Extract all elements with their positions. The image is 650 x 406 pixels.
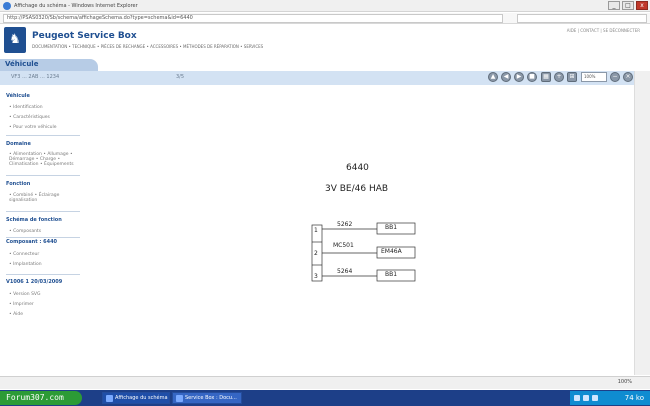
- tray-icon[interactable]: [592, 395, 598, 401]
- tray-icon[interactable]: [583, 395, 589, 401]
- connector-2[interactable]: EM46A: [381, 248, 402, 255]
- sidebar: Véhicule • Identification • Caractéristi…: [0, 85, 80, 375]
- sidebar-item-imprimer[interactable]: • Imprimer: [9, 302, 34, 307]
- close-diagram-icon[interactable]: ×: [623, 72, 633, 82]
- status-bar: 100%: [0, 376, 650, 389]
- pin-1: 1: [314, 227, 318, 234]
- sidebar-item-identification[interactable]: • Identification: [9, 105, 43, 110]
- wire-label-3: 5264: [337, 268, 353, 275]
- header-links[interactable]: AIDE | CONTACT | SE DÉCONNECTER: [567, 28, 640, 33]
- window-titlebar: Affichage du schéma - Windows Internet E…: [0, 0, 650, 12]
- close-button[interactable]: x: [636, 1, 648, 10]
- vehicle-tab[interactable]: Véhicule: [0, 59, 98, 71]
- site-header: ♞ Peugeot Service Box DOCUMENTATION • TE…: [0, 25, 650, 58]
- sidebar-divider: [6, 175, 80, 176]
- sidebar-divider: [6, 237, 80, 238]
- sidebar-item-pour-vehicule[interactable]: • Pour votre véhicule: [9, 125, 57, 130]
- connector-1[interactable]: BB1: [385, 224, 397, 231]
- sidebar-item-composants[interactable]: • Composants: [9, 229, 41, 234]
- site-brand[interactable]: Peugeot Service Box: [32, 31, 137, 41]
- pin-3: 3: [314, 273, 318, 280]
- start-button[interactable]: Forum307.com: [0, 391, 82, 405]
- vehicle-vin: VF3 ... 2AB ... 1234: [11, 74, 60, 80]
- browser-search-input[interactable]: [517, 14, 647, 23]
- pin-2: 2: [314, 250, 318, 257]
- header-nav[interactable]: DOCUMENTATION • TECHNIQUE • PIÈCES DE RE…: [32, 44, 263, 49]
- ie-icon: [176, 395, 183, 402]
- window-controls: _ □ x: [608, 1, 648, 10]
- peugeot-lion-icon: ♞: [4, 27, 26, 53]
- zoom-select[interactable]: 100%: [581, 72, 607, 82]
- status-zoom[interactable]: 100%: [618, 379, 632, 385]
- print-icon[interactable]: ▦: [541, 72, 551, 82]
- nav-up-icon[interactable]: ▲: [488, 72, 498, 82]
- sidebar-section-composant: Composant : 6440: [6, 239, 58, 245]
- sidebar-section-version: V1006 1 20/03/2009: [6, 279, 63, 285]
- vehicle-tab-label: Véhicule: [5, 60, 39, 68]
- sidebar-item-fonction[interactable]: • Combiné • Éclairage signalisation: [9, 193, 75, 203]
- vertical-scrollbar[interactable]: [634, 71, 650, 375]
- nav-next-icon[interactable]: ▶: [514, 72, 524, 82]
- url-input[interactable]: http://PSAS0320/Sb/schema/affichageSchem…: [3, 14, 503, 23]
- sidebar-item-connecteur[interactable]: • Connecteur: [9, 252, 39, 257]
- sidebar-item-caracteristiques[interactable]: • Caractéristiques: [9, 115, 50, 120]
- sidebar-divider: [6, 211, 80, 212]
- tray-text: 74 ko: [624, 394, 644, 402]
- sidebar-section-schema: Schéma de fonction: [6, 217, 62, 223]
- sidebar-item-domaine[interactable]: • Alimentation • Allumage • Démarrage • …: [9, 152, 75, 167]
- sidebar-section-fonction: Fonction: [6, 181, 31, 187]
- connector-3[interactable]: BB1: [385, 271, 397, 278]
- wire-label-1: 5262: [337, 221, 353, 228]
- connector-description: 3V BE/46 HAB: [325, 184, 389, 194]
- wire-label-2: MC501: [333, 242, 354, 249]
- ie-icon: [106, 395, 113, 402]
- sidebar-divider: [6, 135, 80, 136]
- nav-previous-icon[interactable]: ◀: [501, 72, 511, 82]
- diagram-canvas: 6440 3V BE/46 HAB 1 2 3 5262 MC501 5264 …: [81, 85, 634, 375]
- vehicle-bar: VF3 ... 2AB ... 1234 3/5 ▲ ◀ ▶ ■ ▦ + ⊞ 1…: [0, 71, 634, 85]
- stop-icon[interactable]: ■: [527, 72, 537, 82]
- sidebar-section-domaine: Domaine: [6, 141, 31, 147]
- wiring-diagram: 1 2 3 5262 MC501 5264 BB1 EM46A BB1: [311, 215, 421, 285]
- tray-icon[interactable]: [574, 395, 580, 401]
- address-bar: http://PSAS0320/Sb/schema/affichageSchem…: [0, 13, 650, 24]
- sidebar-item-aide[interactable]: • Aide: [9, 312, 23, 317]
- minimize-button[interactable]: _: [608, 1, 620, 10]
- tray-icons: [574, 395, 598, 401]
- task-affichage[interactable]: Affichage du schéma: [102, 392, 170, 404]
- zoom-in-icon[interactable]: +: [554, 72, 564, 82]
- zoom-out-icon[interactable]: −: [610, 72, 620, 82]
- system-tray: 74 ko: [570, 391, 650, 405]
- vehicle-page-indicator: 3/5: [176, 74, 185, 80]
- maximize-button[interactable]: □: [622, 1, 634, 10]
- fit-page-icon[interactable]: ⊞: [567, 72, 577, 82]
- taskbar: Forum307.com Affichage du schéma Service…: [0, 390, 650, 406]
- wiring-lines: [311, 222, 416, 282]
- sidebar-item-version-svg[interactable]: • Version SVG: [9, 292, 41, 297]
- sidebar-section-vehicule: Véhicule: [6, 93, 30, 99]
- window-title: Affichage du schéma - Windows Internet E…: [14, 3, 138, 9]
- sidebar-divider: [6, 274, 80, 275]
- task-service-box[interactable]: Service Box : Docu...: [172, 392, 242, 404]
- component-id: 6440: [346, 163, 369, 173]
- browser-logo-icon: [3, 2, 11, 10]
- sidebar-item-implantation[interactable]: • Implantation: [9, 262, 42, 267]
